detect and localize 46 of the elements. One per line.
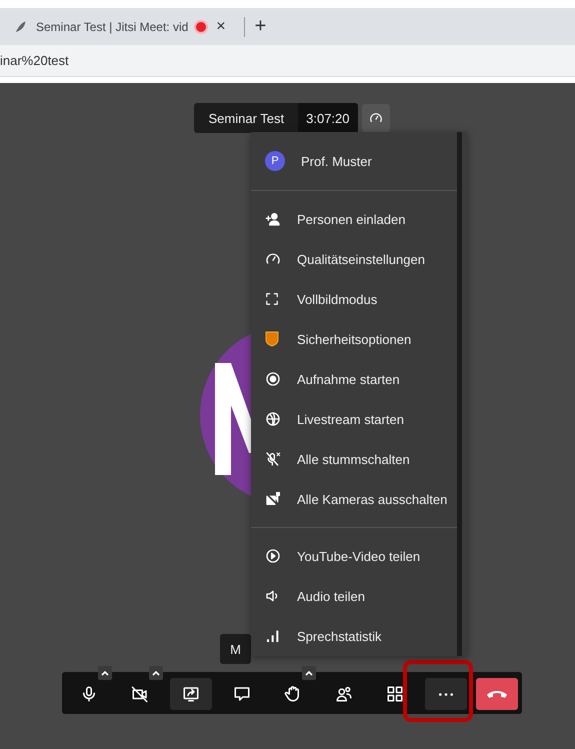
more-icon — [439, 692, 453, 696]
menu-item[interactable]: Alle Kameras ausschalten — [251, 479, 457, 519]
play-icon — [265, 548, 281, 564]
bar-chart-icon — [265, 628, 281, 644]
hang-up-icon — [487, 690, 507, 698]
shield-icon — [265, 331, 279, 347]
tile-view-icon — [386, 685, 404, 703]
fullscreen-icon — [265, 292, 279, 306]
menu-item[interactable]: Sprechstatistik — [251, 616, 457, 656]
meeting-title: Seminar Test — [207, 110, 286, 126]
address-text[interactable]: inar%20test — [0, 53, 69, 68]
close-tab-button[interactable]: × — [214, 18, 228, 36]
caret-icon[interactable] — [302, 666, 316, 680]
camera-off-icon — [131, 685, 149, 703]
user-name: Prof. Muster — [301, 154, 372, 168]
microphone-icon — [80, 685, 98, 703]
menu-item[interactable]: Qualitätseinstellungen — [251, 239, 457, 279]
menu-item[interactable]: Livestream starten — [251, 399, 457, 439]
screen-share-icon — [182, 685, 200, 703]
feather-icon — [14, 20, 28, 34]
menu-item[interactable]: Aufnahme starten — [251, 359, 457, 399]
menu-item[interactable]: Vollbildmodus — [251, 279, 457, 319]
muted-mic-icon — [265, 451, 281, 467]
menu-item[interactable]: Alle stummschalten — [251, 439, 457, 479]
caret-icon[interactable] — [149, 666, 163, 680]
menu-item[interactable]: Audio teilen — [251, 576, 457, 616]
menu-item[interactable]: Sicherheitsoptionen — [251, 319, 457, 359]
menu-item[interactable]: Personen einladen — [251, 199, 457, 239]
tab-title: Seminar Test | Jitsi Meet: vid — [36, 20, 188, 34]
chat-icon — [233, 685, 251, 703]
menu-item[interactable]: YouTube-Video teilen — [251, 536, 457, 576]
hang-up-button[interactable] — [476, 678, 518, 710]
globe-icon — [265, 411, 281, 427]
screen-share-button[interactable] — [170, 678, 212, 710]
add-person-icon — [265, 211, 281, 227]
people-icon — [335, 685, 353, 703]
gauge-icon — [368, 111, 382, 125]
new-tab-button[interactable]: + — [250, 15, 270, 38]
name-tag: M — [220, 634, 251, 664]
record-icon — [265, 371, 281, 387]
meeting-timer: 3:07:20 — [298, 103, 358, 133]
connection-button[interactable] — [362, 104, 390, 132]
hand-icon — [284, 685, 302, 703]
caret-icon[interactable] — [98, 666, 112, 680]
user-avatar: P — [265, 151, 285, 171]
camera-off-icon — [265, 491, 281, 507]
